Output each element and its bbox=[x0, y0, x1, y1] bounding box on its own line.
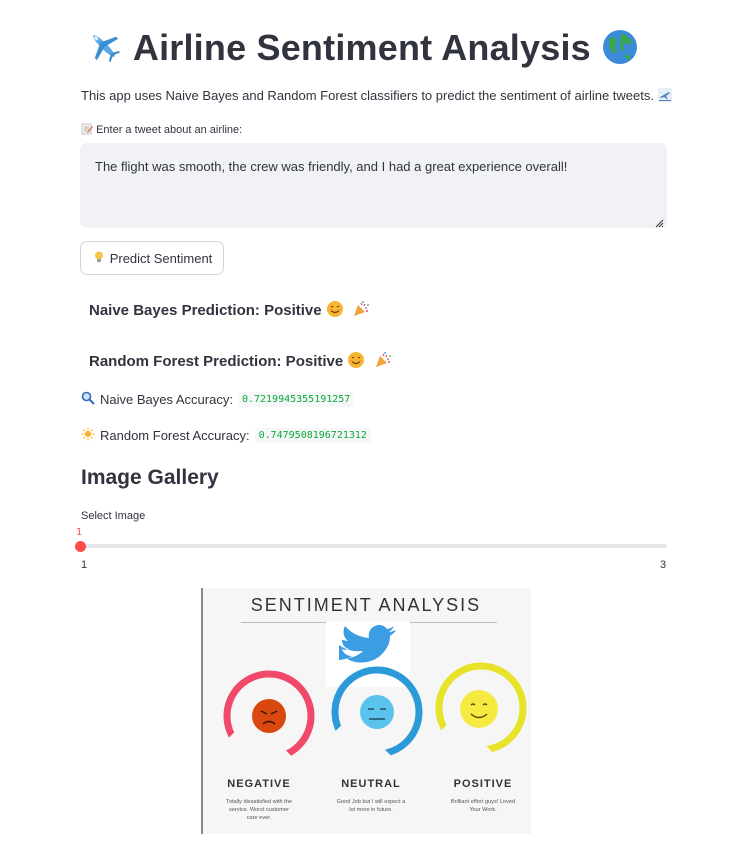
svg-text:service. Worst customer: service. Worst customer bbox=[229, 807, 289, 813]
svg-text:lot more in future.: lot more in future. bbox=[349, 807, 393, 813]
slider-current-value: 1 bbox=[76, 527, 83, 538]
svg-text:NEUTRAL: NEUTRAL bbox=[341, 778, 401, 790]
predict-sentiment-button[interactable]: Predict Sentiment bbox=[80, 241, 224, 275]
magnifier-icon bbox=[81, 391, 95, 408]
svg-text:Good Job but I will expect a: Good Job but I will expect a bbox=[337, 799, 407, 805]
random-forest-accuracy: Random Forest Accuracy: 0.74795081967213… bbox=[81, 427, 371, 444]
svg-text:POSITIVE: POSITIVE bbox=[454, 778, 513, 790]
svg-text:Brilliant effort guys! Loved: Brilliant effort guys! Loved bbox=[451, 799, 515, 805]
gallery-heading: Image Gallery bbox=[81, 466, 219, 489]
svg-text:Your Work.: Your Work. bbox=[469, 807, 497, 813]
svg-text:NEGATIVE: NEGATIVE bbox=[227, 778, 290, 790]
airplane-departure-icon bbox=[657, 88, 672, 103]
tweet-textarea[interactable]: The flight was smooth, the crew was frie… bbox=[80, 143, 667, 228]
resize-handle-icon[interactable] bbox=[654, 215, 664, 228]
svg-text:Totally dissatisfied with the: Totally dissatisfied with the bbox=[226, 799, 292, 805]
predict-button-label: Predict Sentiment bbox=[109, 250, 213, 266]
slider-label: Select Image bbox=[81, 510, 146, 522]
naive-bayes-accuracy: Naive Bayes Accuracy: 0.7219945355191257 bbox=[81, 391, 355, 408]
memo-icon bbox=[81, 123, 96, 136]
party-popper-icon bbox=[348, 301, 370, 319]
sun-icon bbox=[81, 427, 95, 444]
globe-icon bbox=[601, 27, 639, 68]
random-forest-prediction: Random Forest Prediction: Positive bbox=[89, 351, 392, 370]
naive-bayes-prediction: Naive Bayes Prediction: Positive bbox=[89, 300, 370, 319]
slider-thumb[interactable] bbox=[75, 541, 86, 552]
tweet-text-value: The flight was smooth, the crew was frie… bbox=[95, 159, 568, 174]
slider-max-label: 3 bbox=[660, 559, 667, 571]
svg-text:care ever.: care ever. bbox=[247, 815, 272, 821]
app-description: This app uses Naive Bayes and Random For… bbox=[81, 88, 672, 103]
accuracy-label: Naive Bayes Accuracy: bbox=[100, 392, 233, 407]
airplane-icon bbox=[84, 27, 133, 68]
page-title: Airline Sentiment Analysis bbox=[84, 26, 639, 69]
app-main: Airline Sentiment Analysis This app uses… bbox=[0, 0, 750, 862]
accuracy-label: Random Forest Accuracy: bbox=[100, 428, 250, 443]
accuracy-value: 0.7219945355191257 bbox=[237, 392, 355, 407]
smiling-face-icon bbox=[326, 301, 348, 319]
smiling-face-icon bbox=[347, 352, 369, 370]
tweet-input-label: Enter a tweet about an airline: bbox=[81, 123, 242, 136]
accuracy-value: 0.7479508196721312 bbox=[254, 428, 371, 443]
lightbulb-icon bbox=[92, 250, 106, 267]
party-popper-icon bbox=[370, 352, 392, 370]
sentiment-analysis-image: SENTIMENT ANALYSIS NEGATIVE Totally diss… bbox=[201, 588, 531, 834]
sentiment-infographic: SENTIMENT ANALYSIS NEGATIVE Totally diss… bbox=[201, 588, 531, 834]
title-text: Airline Sentiment Analysis bbox=[132, 27, 591, 68]
slider-min-label: 1 bbox=[81, 559, 88, 571]
image-title: SENTIMENT ANALYSIS bbox=[251, 595, 481, 615]
slider-track[interactable] bbox=[80, 544, 667, 548]
